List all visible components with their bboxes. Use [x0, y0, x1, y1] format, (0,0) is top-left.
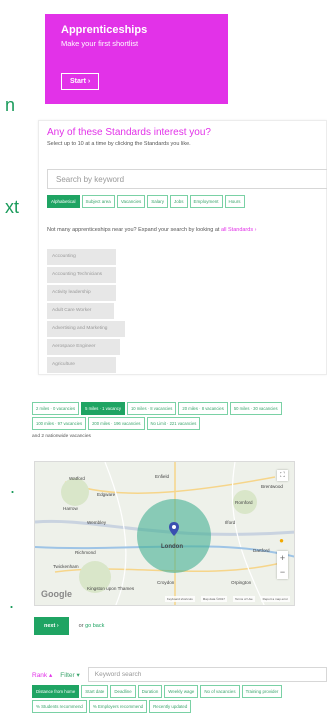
next-button[interactable]: next ›	[34, 617, 69, 635]
distance-chip-no-limit[interactable]: No Limit · 221 vacancies	[146, 417, 201, 430]
zoom-control: + −	[277, 551, 288, 579]
tab-jobs[interactable]: Jobs	[170, 195, 188, 208]
radius-circle	[137, 499, 211, 573]
side-text-fragment: n	[5, 95, 16, 115]
distance-chip-5-miles[interactable]: 5 miles · 1 vacancy	[81, 402, 125, 415]
start-button[interactable]: Start ›	[61, 73, 100, 90]
map-place-label: Watford	[69, 476, 85, 481]
sort-chip-training-provider[interactable]: Training provider	[241, 685, 283, 698]
standard-item[interactable]: Accounting Technicians	[47, 267, 116, 283]
standards-instruction: Select up to 10 at a time by clicking th…	[47, 141, 191, 147]
standards-list: Accounting Accounting Technicians Activi…	[47, 249, 125, 373]
distance-selector: 2 miles · 0 vacancies 5 miles · 1 vacanc…	[32, 402, 293, 439]
map-place-label: Richmond	[75, 550, 96, 555]
nationwide-vacancies-note: and 2 nationwide vacancies	[32, 434, 91, 439]
standards-panel: Any of these Standards interest you? Sel…	[38, 120, 327, 375]
distance-chip-10-miles[interactable]: 10 miles · 8 vacancies	[126, 402, 177, 415]
results-rank-bar: Rank ▴ Filter ▾ Keyword search Distance …	[32, 667, 327, 713]
all-standards-link[interactable]: all Standards ›	[221, 227, 256, 233]
tab-employment[interactable]: Employment	[189, 195, 223, 208]
sort-chip-start-date[interactable]: Start date	[81, 685, 109, 698]
distance-chip-50-miles[interactable]: 50 miles · 30 vacancies	[229, 402, 282, 415]
google-logo: Google	[41, 589, 72, 599]
distance-chip-200-miles[interactable]: 200 miles · 196 vacancies	[88, 417, 145, 430]
navigation-row: next › or go back	[34, 617, 104, 635]
filter-dropdown[interactable]: Filter ▾	[60, 671, 80, 679]
promo-subtitle: Make your first shortlist	[61, 39, 139, 48]
map-footer: Keyboard shortcuts Map data ©2017 Terms …	[164, 596, 290, 602]
promo-title: Apprenticeships	[61, 24, 148, 36]
standard-item[interactable]: Adult Care Worker	[47, 303, 114, 319]
map-place-label: Harrow	[63, 506, 78, 511]
tab-salary[interactable]: Salary	[147, 195, 169, 208]
map-place-label: Orpington	[231, 580, 252, 585]
sort-chip-recently-updated[interactable]: Recently updated	[149, 700, 192, 713]
apprenticeships-promo-card: Apprenticeships Make your first shortlis…	[45, 14, 228, 104]
standard-item[interactable]: Aerospace Engineer	[47, 339, 120, 355]
standard-item[interactable]: Accounting	[47, 249, 116, 265]
distance-chip-20-miles[interactable]: 20 miles · 8 vacancies	[178, 402, 228, 415]
map-place-label: Kingston upon Thames	[87, 586, 135, 591]
distance-chip-100-miles[interactable]: 100 miles · 97 vacancies	[32, 417, 87, 430]
side-text-fragment: xt	[5, 197, 20, 217]
go-back-text: or go back	[79, 623, 105, 629]
standards-question: Any of these Standards interest you?	[47, 127, 211, 138]
rank-filter-row: Rank ▴ Filter ▾ Keyword search	[32, 667, 327, 682]
map-place-label: Wembley	[87, 520, 107, 525]
map-place-label: London	[161, 544, 183, 550]
standard-item[interactable]: Agriculture	[47, 357, 116, 373]
rank-sort-chips: Distance from home Start date Deadline D…	[32, 685, 327, 713]
distance-chip-2-miles[interactable]: 2 miles · 0 vacancies	[32, 402, 80, 415]
map-place-label: Twickenham	[53, 564, 79, 569]
search-input[interactable]: Search by keyword	[47, 169, 327, 189]
go-back-prefix: or	[78, 623, 84, 629]
keyboard-shortcuts-link[interactable]: Keyboard shortcuts	[164, 596, 195, 602]
sort-chip-employers-recommend[interactable]: % Employers recommend	[88, 700, 148, 713]
terms-link[interactable]: Terms of Use	[232, 596, 255, 602]
standard-item[interactable]: Activity leadership	[47, 285, 116, 301]
tab-hours[interactable]: Hours	[224, 195, 245, 208]
map-data-attribution: Map data ©2017	[200, 596, 227, 602]
zoom-out-icon[interactable]: −	[277, 565, 288, 579]
map-place-label: Dartford	[253, 548, 270, 553]
map-place-label: Edgware	[97, 492, 116, 497]
sort-chip-no-of-vacancies[interactable]: No of vacancies	[200, 685, 240, 698]
expand-search-hint: Not many apprenticeships near you? Expan…	[47, 227, 256, 233]
side-text-fragment: .	[10, 477, 16, 497]
standards-sort-tabs: Alphabetical Subject area Vacancies Sala…	[47, 195, 245, 208]
side-text-fragment: .	[9, 592, 15, 612]
map-place-label: Brentwood	[261, 484, 283, 489]
rank-dropdown[interactable]: Rank ▴	[32, 671, 52, 679]
tab-subject-area[interactable]: Subject area	[81, 195, 115, 208]
tab-vacancies[interactable]: Vacancies	[116, 195, 146, 208]
sort-chip-distance-from-home[interactable]: Distance from home	[32, 685, 80, 698]
map-place-label: Croydon	[157, 580, 175, 585]
sort-chip-duration[interactable]: Duration	[137, 685, 163, 698]
street-view-icon[interactable]: ●	[279, 536, 284, 545]
hint-text: Not many apprenticeships near you? Expan…	[47, 227, 220, 233]
report-map-error-link[interactable]: Report a map error	[260, 596, 290, 602]
standard-item[interactable]: Advertising and Marketing	[47, 321, 125, 337]
map-place-label: Ilford	[225, 520, 236, 525]
sort-chip-weekly-wage[interactable]: Weekly wage	[164, 685, 199, 698]
map-place-label: Enfield	[155, 474, 170, 479]
fullscreen-icon[interactable]: ⛶	[277, 470, 288, 481]
map-view[interactable]: Watford Enfield Edgware Harrow Wembley I…	[34, 461, 295, 606]
tab-alphabetical[interactable]: Alphabetical	[47, 195, 80, 208]
zoom-in-icon[interactable]: +	[277, 551, 288, 565]
sort-chip-deadline[interactable]: Deadline	[110, 685, 136, 698]
sort-chip-students-recommend[interactable]: % Students recommend	[32, 700, 87, 713]
location-pin-icon	[169, 522, 179, 536]
keyword-search-input[interactable]: Keyword search	[87, 667, 327, 682]
go-back-link[interactable]: go back	[85, 623, 104, 629]
map-place-label: Romford	[235, 500, 253, 505]
distance-chips: 2 miles · 0 vacancies 5 miles · 1 vacanc…	[32, 402, 292, 430]
